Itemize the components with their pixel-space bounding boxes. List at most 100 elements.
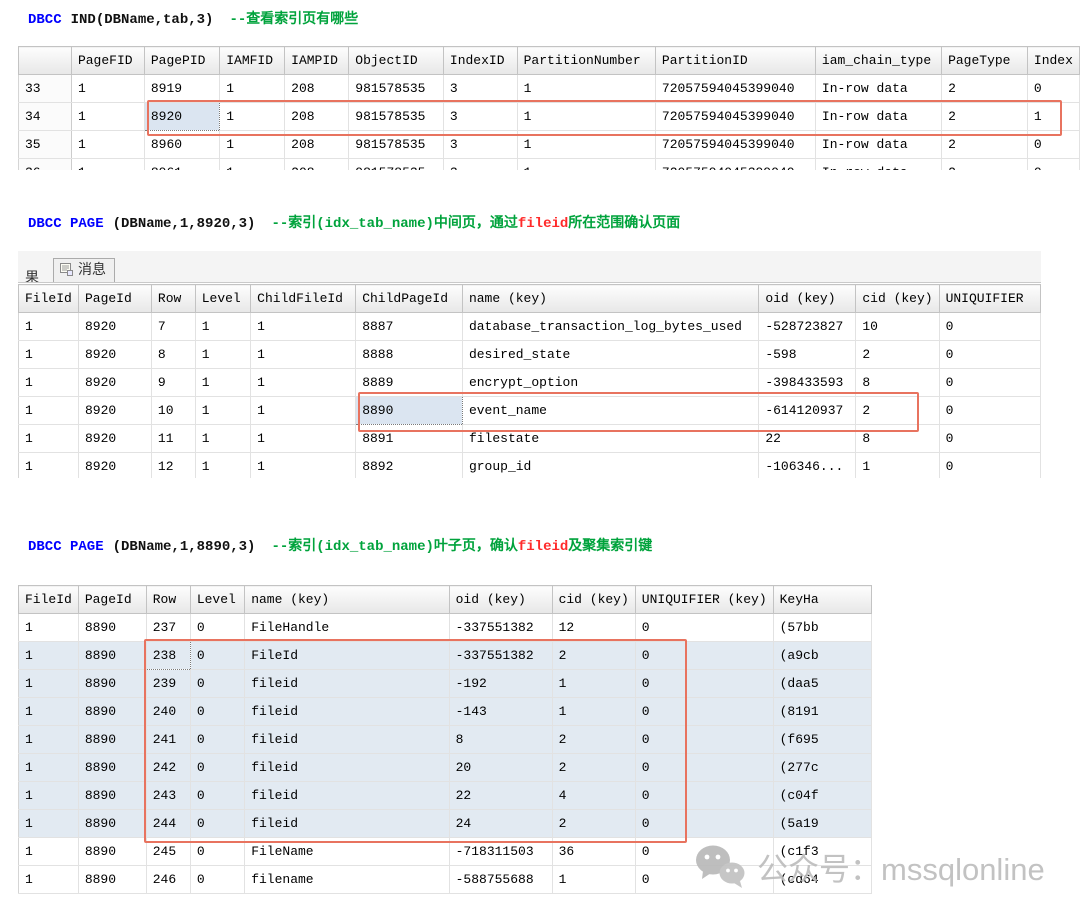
column-header[interactable]: Row <box>146 586 190 614</box>
cell[interactable]: 8920 <box>78 425 151 453</box>
cell[interactable]: 1 <box>251 369 356 397</box>
cell[interactable]: 8961 <box>144 159 219 171</box>
cell[interactable]: 8890 <box>78 614 146 642</box>
cell[interactable]: 1 <box>517 103 655 131</box>
cell[interactable]: 240 <box>146 698 190 726</box>
cell[interactable]: 11 <box>151 425 195 453</box>
cell[interactable]: 1 <box>220 75 285 103</box>
column-header[interactable]: IndexID <box>443 47 517 75</box>
cell[interactable]: 2 <box>552 726 635 754</box>
cell[interactable]: 1 <box>19 642 79 670</box>
cell[interactable]: 0 <box>635 810 773 838</box>
cell[interactable]: 208 <box>285 75 349 103</box>
cell[interactable]: 1 <box>195 453 250 479</box>
cell[interactable]: 3 <box>443 75 517 103</box>
column-header[interactable]: UNIQUIFIER <box>939 285 1040 313</box>
column-header[interactable]: IAMPID <box>285 47 349 75</box>
column-header[interactable]: UNIQUIFIER (key) <box>635 586 773 614</box>
cell[interactable]: 0 <box>190 866 244 894</box>
cell[interactable]: fileid <box>245 698 449 726</box>
column-header[interactable]: Row <box>151 285 195 313</box>
cell[interactable]: 0 <box>635 698 773 726</box>
column-header[interactable]: Level <box>190 586 244 614</box>
cell[interactable]: 208 <box>285 131 349 159</box>
cell[interactable]: 1 <box>19 670 79 698</box>
cell[interactable]: 0 <box>939 453 1040 479</box>
column-header[interactable]: IAMFID <box>220 47 285 75</box>
cell[interactable]: 2 <box>552 810 635 838</box>
cell[interactable]: 1 <box>19 425 79 453</box>
cell[interactable]: -337551382 <box>449 642 552 670</box>
cell[interactable]: -192 <box>449 670 552 698</box>
cell[interactable]: filestate <box>462 425 758 453</box>
cell[interactable]: 1 <box>19 726 79 754</box>
cell[interactable]: 981578535 <box>349 103 444 131</box>
cell[interactable]: FileName <box>245 838 449 866</box>
cell[interactable]: 246 <box>146 866 190 894</box>
column-header[interactable]: KeyHa <box>773 586 871 614</box>
cell[interactable]: 1 <box>19 397 79 425</box>
cell[interactable]: -614120937 <box>759 397 856 425</box>
cell[interactable]: In-row data <box>815 159 941 171</box>
cell[interactable]: 8890 <box>78 726 146 754</box>
cell[interactable]: 244 <box>146 810 190 838</box>
cell[interactable]: 2 <box>942 103 1028 131</box>
tab-results-partial[interactable]: 果 <box>25 266 39 282</box>
cell[interactable]: (5a19 <box>773 810 871 838</box>
cell[interactable]: 72057594045399040 <box>655 159 815 171</box>
cell[interactable]: 1 <box>19 341 79 369</box>
cell[interactable]: (f695 <box>773 726 871 754</box>
cell[interactable]: 1 <box>251 425 356 453</box>
cell[interactable]: 1 <box>552 698 635 726</box>
cell[interactable]: 1 <box>220 131 285 159</box>
cell[interactable]: 0 <box>635 754 773 782</box>
cell[interactable]: 1 <box>195 425 250 453</box>
cell[interactable]: 0 <box>190 642 244 670</box>
cell[interactable]: 0 <box>190 810 244 838</box>
cell[interactable]: 8890 <box>78 670 146 698</box>
cell[interactable]: 0 <box>1027 75 1079 103</box>
cell[interactable]: 237 <box>146 614 190 642</box>
column-header[interactable]: PageId <box>78 586 146 614</box>
cell[interactable]: 1 <box>517 159 655 171</box>
cell[interactable]: 981578535 <box>349 75 444 103</box>
cell[interactable]: -588755688 <box>449 866 552 894</box>
cell[interactable]: 0 <box>939 425 1040 453</box>
cell[interactable]: 1 <box>19 313 79 341</box>
column-header[interactable]: iam_chain_type <box>815 47 941 75</box>
cell[interactable]: 0 <box>939 341 1040 369</box>
cell[interactable]: 12 <box>151 453 195 479</box>
cell[interactable]: 7 <box>151 313 195 341</box>
cell[interactable]: 8890 <box>356 397 463 425</box>
cell[interactable]: 1 <box>552 866 635 894</box>
cell[interactable]: database_transaction_log_bytes_used <box>462 313 758 341</box>
cell[interactable]: 0 <box>635 726 773 754</box>
cell[interactable]: In-row data <box>815 103 941 131</box>
cell[interactable]: 8890 <box>78 782 146 810</box>
cell[interactable]: 1 <box>220 159 285 171</box>
cell[interactable]: 1 <box>251 397 356 425</box>
cell[interactable]: 8888 <box>356 341 463 369</box>
column-header[interactable]: FileId <box>19 586 79 614</box>
column-header[interactable]: PageType <box>942 47 1028 75</box>
column-header[interactable]: Level <box>195 285 250 313</box>
cell[interactable]: 242 <box>146 754 190 782</box>
cell[interactable]: 8920 <box>78 453 151 479</box>
cell[interactable]: 12 <box>552 614 635 642</box>
tab-messages[interactable]: 消息 <box>53 258 115 282</box>
cell[interactable]: 0 <box>190 614 244 642</box>
cell[interactable]: 2 <box>552 642 635 670</box>
cell[interactable]: 8892 <box>356 453 463 479</box>
cell[interactable]: 0 <box>190 838 244 866</box>
cell[interactable]: 8 <box>151 341 195 369</box>
cell[interactable]: 1 <box>856 453 939 479</box>
cell[interactable]: 2 <box>942 159 1028 171</box>
cell[interactable]: 0 <box>190 670 244 698</box>
cell[interactable]: fileid <box>245 810 449 838</box>
cell[interactable]: 8960 <box>144 131 219 159</box>
cell[interactable]: 8891 <box>356 425 463 453</box>
column-header[interactable] <box>19 47 72 75</box>
cell[interactable]: fileid <box>245 754 449 782</box>
cell[interactable]: 3 <box>443 131 517 159</box>
column-header[interactable]: cid (key) <box>552 586 635 614</box>
